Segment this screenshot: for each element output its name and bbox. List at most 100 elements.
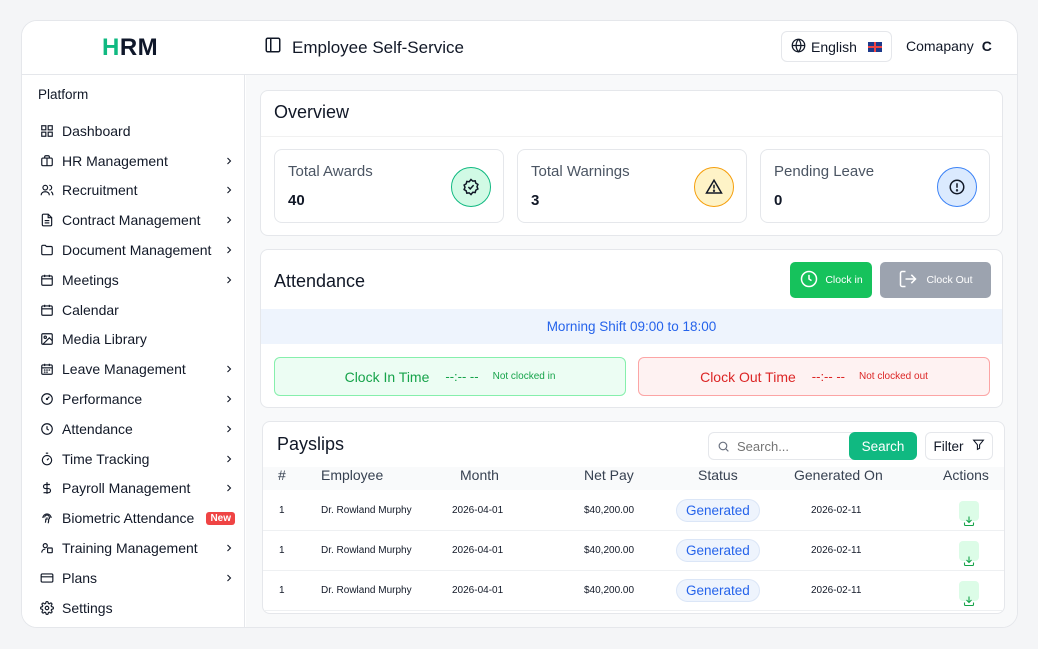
stat-card-pending-leave: Pending Leave 0 bbox=[760, 149, 990, 223]
divider bbox=[261, 136, 1002, 137]
app-window: HRM Employee Self-Service English Comapa… bbox=[21, 20, 1018, 628]
search-icon bbox=[709, 440, 737, 453]
sidebar-item-label: Dashboard bbox=[62, 122, 131, 139]
training-icon bbox=[40, 541, 54, 555]
chevron-right-icon[interactable] bbox=[223, 542, 235, 554]
download-icon bbox=[963, 555, 975, 570]
cell-employee: Dr. Rowland Murphy bbox=[321, 505, 412, 516]
sidebar-nav: Dashboard HR Management Recruitment Contrac… bbox=[22, 116, 245, 623]
language-selector[interactable]: English bbox=[781, 31, 892, 62]
chevron-right-icon[interactable] bbox=[223, 363, 235, 375]
sidebar-item-label: Calendar bbox=[62, 301, 119, 318]
col-header-generated-on: Generated On bbox=[794, 467, 883, 483]
clock-icon bbox=[40, 422, 54, 436]
download-icon bbox=[963, 595, 975, 610]
chevron-right-icon[interactable] bbox=[223, 274, 235, 286]
chevron-right-icon[interactable] bbox=[223, 572, 235, 584]
table-row: 1 Dr. Rowland Murphy 2026-04-01 $40,200.00 G… bbox=[263, 571, 1004, 611]
clock-icon bbox=[799, 269, 819, 292]
col-header-month: Month bbox=[460, 467, 499, 483]
cell-num: 1 bbox=[279, 505, 285, 516]
filter-button[interactable]: Filter bbox=[925, 432, 993, 460]
clock-out-button[interactable]: Clock Out bbox=[880, 262, 991, 298]
cell-employee: Dr. Rowland Murphy bbox=[321, 545, 412, 556]
clock-in-button[interactable]: Clock in bbox=[790, 262, 872, 298]
payslips-title: Payslips bbox=[277, 434, 345, 454]
app-logo[interactable]: HRM bbox=[102, 34, 158, 62]
uk-flag-icon bbox=[867, 41, 882, 52]
sidebar-item-label: Biometric Attendance bbox=[62, 510, 195, 527]
col-header-status: Status bbox=[698, 467, 738, 483]
sidebar-item-contract-management[interactable]: Contract Management bbox=[22, 205, 245, 235]
cell-month: 2026-04-01 bbox=[452, 545, 504, 556]
sidebar-item-label: Settings bbox=[62, 599, 113, 616]
sidebar-item-performance[interactable]: Performance bbox=[22, 384, 245, 414]
sidebar-item-document-management[interactable]: Document Management bbox=[22, 235, 245, 265]
chevron-right-icon[interactable] bbox=[223, 184, 235, 196]
sidebar-item-meetings[interactable]: Meetings bbox=[22, 265, 245, 295]
attendance-card: Attendance Clock in Clock Out Morning Sh… bbox=[260, 249, 1003, 408]
cell-generated-on: 2026-02-11 bbox=[811, 505, 862, 516]
new-badge: New bbox=[206, 511, 235, 525]
clock-out-label: Clock Out bbox=[926, 274, 973, 286]
cell-month: 2026-04-01 bbox=[452, 505, 504, 516]
download-button[interactable] bbox=[959, 581, 979, 607]
sidebar: Platform Dashboard HR Management Recruitme… bbox=[22, 75, 245, 627]
col-header-num: # bbox=[278, 467, 286, 483]
sidebar-item-calendar[interactable]: Calendar bbox=[22, 295, 245, 325]
sidebar-item-time-tracking[interactable]: Time Tracking bbox=[22, 444, 245, 474]
credit-card-icon bbox=[40, 571, 54, 585]
chevron-right-icon[interactable] bbox=[223, 155, 235, 167]
filter-label: Filter bbox=[933, 438, 964, 454]
calendar-icon bbox=[40, 273, 54, 287]
chevron-right-icon[interactable] bbox=[223, 453, 235, 465]
payslips-card: Payslips Search Filter # Employee Month … bbox=[262, 421, 1005, 614]
sidebar-item-label: Attendance bbox=[62, 420, 133, 437]
briefcase-icon bbox=[40, 154, 54, 168]
sidebar-item-leave-management[interactable]: Leave Management bbox=[22, 354, 245, 384]
shift-info-bar: Morning Shift 09:00 to 18:00 bbox=[261, 309, 1002, 344]
warning-icon bbox=[694, 167, 734, 207]
download-button[interactable] bbox=[959, 501, 979, 527]
top-bar: HRM Employee Self-Service English Comapa… bbox=[22, 21, 1017, 75]
alert-circle-icon bbox=[937, 167, 977, 207]
sidebar-item-settings[interactable]: Settings bbox=[22, 593, 245, 623]
stat-card-total-awards: Total Awards 40 bbox=[274, 149, 504, 223]
sidebar-item-payroll-management[interactable]: Payroll Management bbox=[22, 474, 245, 504]
cell-generated-on: 2026-02-11 bbox=[811, 585, 862, 596]
status-badge: Generated bbox=[676, 539, 760, 562]
file-text-icon bbox=[40, 213, 54, 227]
download-button[interactable] bbox=[959, 541, 979, 567]
company-menu[interactable]: Comapany C bbox=[906, 38, 992, 54]
chevron-right-icon[interactable] bbox=[223, 393, 235, 405]
sidebar-item-recruitment[interactable]: Recruitment bbox=[22, 176, 245, 206]
search-button[interactable]: Search bbox=[849, 432, 917, 460]
clock-in-status: Not clocked in bbox=[492, 371, 556, 382]
chevron-right-icon[interactable] bbox=[223, 214, 235, 226]
page-title-text: Employee Self-Service bbox=[292, 37, 464, 57]
clock-in-time-box: Clock In Time --:-- -- Not clocked in bbox=[274, 357, 626, 396]
chevron-right-icon[interactable] bbox=[223, 244, 235, 256]
sidebar-item-attendance[interactable]: Attendance bbox=[22, 414, 245, 444]
language-label: English bbox=[811, 38, 857, 55]
sidebar-item-training-management[interactable]: Training Management bbox=[22, 533, 245, 563]
stat-label: Pending Leave bbox=[774, 163, 875, 180]
sidebar-item-dashboard[interactable]: Dashboard bbox=[22, 116, 245, 146]
cell-num: 1 bbox=[279, 545, 285, 556]
sidebar-item-biometric-attendance[interactable]: Biometric Attendance New bbox=[22, 503, 245, 533]
avatar: C bbox=[981, 38, 992, 54]
badge-check-icon bbox=[451, 167, 491, 207]
sidebar-item-label: Training Management bbox=[62, 540, 198, 557]
cell-net-pay: $40,200.00 bbox=[584, 585, 635, 596]
sidebar-item-hr-management[interactable]: HR Management bbox=[22, 146, 245, 176]
folder-icon bbox=[40, 243, 54, 257]
sidebar-item-label: Leave Management bbox=[62, 361, 186, 378]
sidebar-item-plans[interactable]: Plans bbox=[22, 563, 245, 593]
sidebar-toggle-icon[interactable] bbox=[264, 36, 282, 59]
sidebar-item-media-library[interactable]: Media Library bbox=[22, 325, 245, 355]
chevron-right-icon[interactable] bbox=[223, 482, 235, 494]
main-content: Overview Total Awards 40 Total Warnings … bbox=[246, 75, 1017, 627]
stat-value: 3 bbox=[531, 192, 540, 209]
cell-generated-on: 2026-02-11 bbox=[811, 545, 862, 556]
chevron-right-icon[interactable] bbox=[223, 423, 235, 435]
